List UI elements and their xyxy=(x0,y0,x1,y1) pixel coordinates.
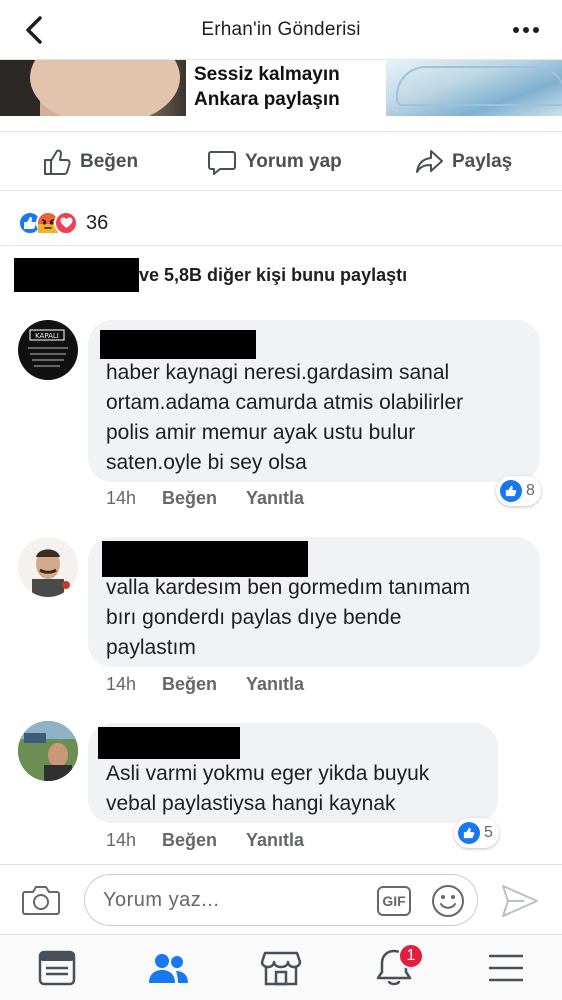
comment-bubble[interactable]: haber kaynagi neresi.gardasim sanal orta… xyxy=(88,320,540,482)
marketplace-icon[interactable] xyxy=(259,947,303,989)
redacted-name xyxy=(14,258,139,292)
like-button[interactable]: Beğen xyxy=(42,132,138,192)
comment-time: 14h xyxy=(106,830,137,850)
thumbs-up-icon xyxy=(500,480,522,502)
comment-reply-button[interactable]: Yanıtla xyxy=(246,830,304,851)
comment-like-button[interactable]: Beğen xyxy=(162,674,246,695)
top-bar: Erhan'in Gönderisi xyxy=(0,0,562,60)
thumbs-up-icon xyxy=(458,822,480,844)
comment-text: Asli varmi yokmu eger yikda buyuk vebal … xyxy=(106,759,429,819)
reaction-count: 36 xyxy=(86,211,109,234)
comment-composer: Yorum yaz... GIF xyxy=(0,864,562,934)
comment-reply-button[interactable]: Yanıtla xyxy=(246,674,304,695)
camera-icon[interactable] xyxy=(22,883,60,917)
page-title: Erhan'in Gönderisi xyxy=(201,18,361,40)
comment-bubble[interactable]: valla kardesım ben gormedım tanımam bırı… xyxy=(88,537,540,667)
post-image[interactable]: Sessiz kalmayın Ankara paylaşın xyxy=(0,60,562,116)
chevron-left-icon[interactable] xyxy=(20,14,50,46)
notification-badge: 1 xyxy=(398,943,424,969)
post-image-line-2: Ankara paylaşın xyxy=(194,89,340,110)
friends-icon[interactable] xyxy=(146,947,190,989)
comment-line: paylastım xyxy=(106,636,196,659)
love-reaction-icon xyxy=(54,211,78,235)
send-icon[interactable] xyxy=(500,883,540,919)
comment-line: saten.oyle bi sey olsa xyxy=(106,451,307,474)
share-summary-text: ve 5,8B diğer kişi bunu paylaştı xyxy=(139,264,408,285)
comment-button-label: Yorum yap xyxy=(245,151,342,172)
svg-text:KAPALI: KAPALI xyxy=(35,332,59,340)
comment-meta: 14h Beğen Yanıtla xyxy=(106,830,304,851)
redacted-name xyxy=(98,727,240,759)
comment-bubble[interactable]: Asli varmi yokmu eger yikda buyuk vebal … xyxy=(88,723,498,823)
divider xyxy=(0,245,562,246)
share-button[interactable]: Paylaş xyxy=(414,132,512,192)
comment-line: Asli varmi yokmu eger yikda buyuk xyxy=(106,762,430,785)
comment-line: ortam.adama camurda atmis olabilirler xyxy=(106,391,464,414)
like-count: 8 xyxy=(526,482,535,499)
comment-line: vebal paylastiysa hangi kaynak xyxy=(106,792,396,815)
like-button-label: Beğen xyxy=(80,151,139,172)
comment-text: valla kardesım ben gormedım tanımam bırı… xyxy=(106,573,470,663)
share-button-label: Paylaş xyxy=(452,151,513,172)
thumbs-up-icon xyxy=(44,149,71,175)
comment-meta: 14h Beğen Yanıtla xyxy=(106,488,304,509)
news-feed-icon[interactable] xyxy=(35,947,79,989)
reactions-summary[interactable]: 36 xyxy=(18,207,108,239)
comment-like-button[interactable]: Beğen xyxy=(162,488,246,509)
avatar[interactable] xyxy=(18,721,78,781)
gif-button[interactable]: GIF xyxy=(377,886,411,916)
post-image-line-1: Sessiz kalmayın xyxy=(194,64,340,85)
comment-input[interactable]: Yorum yaz... GIF xyxy=(84,874,478,926)
post-actions: Beğen Yorum yap Paylaş xyxy=(0,131,562,191)
comment-line: bırı gonderdı paylas dıye bende xyxy=(106,606,402,629)
comment-time: 14h xyxy=(106,488,137,508)
redacted-name xyxy=(102,541,308,577)
more-dots-icon[interactable] xyxy=(512,26,540,34)
comment-reply-button[interactable]: Yanıtla xyxy=(246,488,304,509)
comment-line: haber kaynagi neresi.gardasim sanal xyxy=(106,361,450,384)
post-photo-left xyxy=(0,60,186,116)
avatar[interactable]: KAPALI xyxy=(18,320,78,380)
comment-like-button[interactable]: Beğen xyxy=(162,830,246,851)
like-count: 5 xyxy=(484,824,493,841)
post-image-caption: Sessiz kalmayın Ankara paylaşın xyxy=(186,60,386,116)
menu-icon[interactable] xyxy=(484,947,528,989)
comment-button[interactable]: Yorum yap xyxy=(207,132,342,192)
comment-text: haber kaynagi neresi.gardasim sanal orta… xyxy=(106,358,463,478)
redacted-name xyxy=(100,330,256,359)
comment-time: 14h xyxy=(106,674,137,694)
share-arrow-icon xyxy=(416,150,443,173)
bottom-tab-bar: 1 xyxy=(0,934,562,1000)
comment-line: polis amir memur ayak ustu bulur xyxy=(106,421,416,444)
comment-like-count[interactable]: 8 xyxy=(496,476,541,506)
share-summary[interactable]: ve 5,8B diğer kişi bunu paylaştı xyxy=(14,258,407,292)
comment-like-count[interactable]: 5 xyxy=(454,818,499,848)
comment-line: valla kardesım ben gormedım tanımam xyxy=(106,576,471,599)
avatar[interactable] xyxy=(18,537,78,597)
post-photo-right xyxy=(386,60,562,116)
comment-meta: 14h Beğen Yanıtla xyxy=(106,674,304,695)
comment-icon xyxy=(208,151,236,175)
emoji-icon[interactable] xyxy=(431,884,465,918)
comment-input-placeholder: Yorum yaz... xyxy=(103,889,220,911)
